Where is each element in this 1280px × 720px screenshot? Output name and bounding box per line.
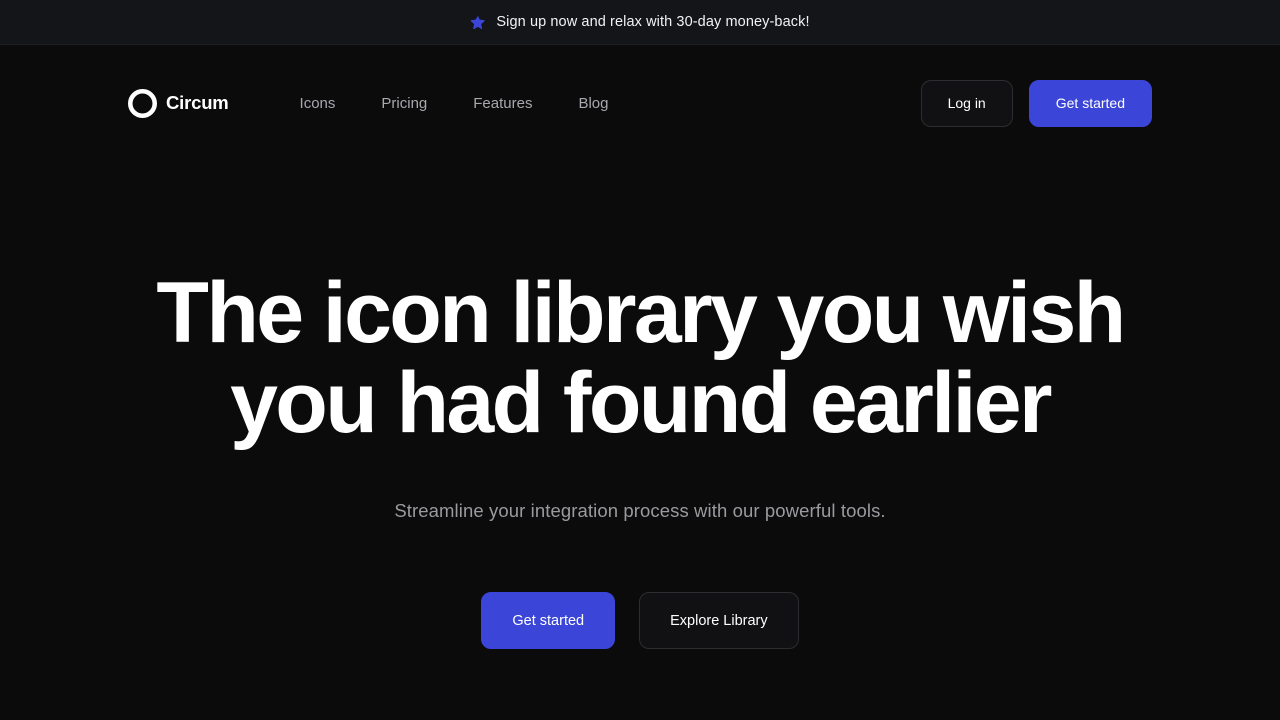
hero-subtitle: Streamline your integration process with… <box>394 500 886 521</box>
brand-name: Circum <box>166 92 229 113</box>
nav-item-blog[interactable]: Blog <box>555 87 631 120</box>
explore-library-button[interactable]: Explore Library <box>639 592 799 649</box>
hero-cta-group: Get started Explore Library <box>0 592 1280 649</box>
hero-section: The icon library you wish you had found … <box>0 161 1280 720</box>
hero-get-started-button[interactable]: Get started <box>481 592 616 649</box>
announcement-banner: Sign up now and relax with 30-day money-… <box>0 0 1280 45</box>
site-header: Circum Icons Pricing Features Blog Log i… <box>0 45 1280 161</box>
hero-title-line-2: you had found earlier <box>230 355 1052 451</box>
login-button[interactable]: Log in <box>920 79 1013 127</box>
nav-item-icons[interactable]: Icons <box>277 87 359 120</box>
nav-item-pricing[interactable]: Pricing <box>358 87 450 120</box>
header-actions: Log in Get started <box>920 79 1152 127</box>
hero-title-line-1: The icon library you wish <box>156 265 1126 361</box>
brand-logo-link[interactable]: Circum <box>128 88 229 118</box>
header-get-started-button[interactable]: Get started <box>1028 79 1152 127</box>
nav-item-features[interactable]: Features <box>450 87 555 120</box>
star-icon <box>471 15 485 30</box>
circle-ring-logo-icon <box>128 88 157 118</box>
announcement-text: Sign up now and relax with 30-day money-… <box>496 14 810 30</box>
hero-title: The icon library you wish you had found … <box>150 268 1130 448</box>
main-navigation: Icons Pricing Features Blog <box>277 87 632 120</box>
